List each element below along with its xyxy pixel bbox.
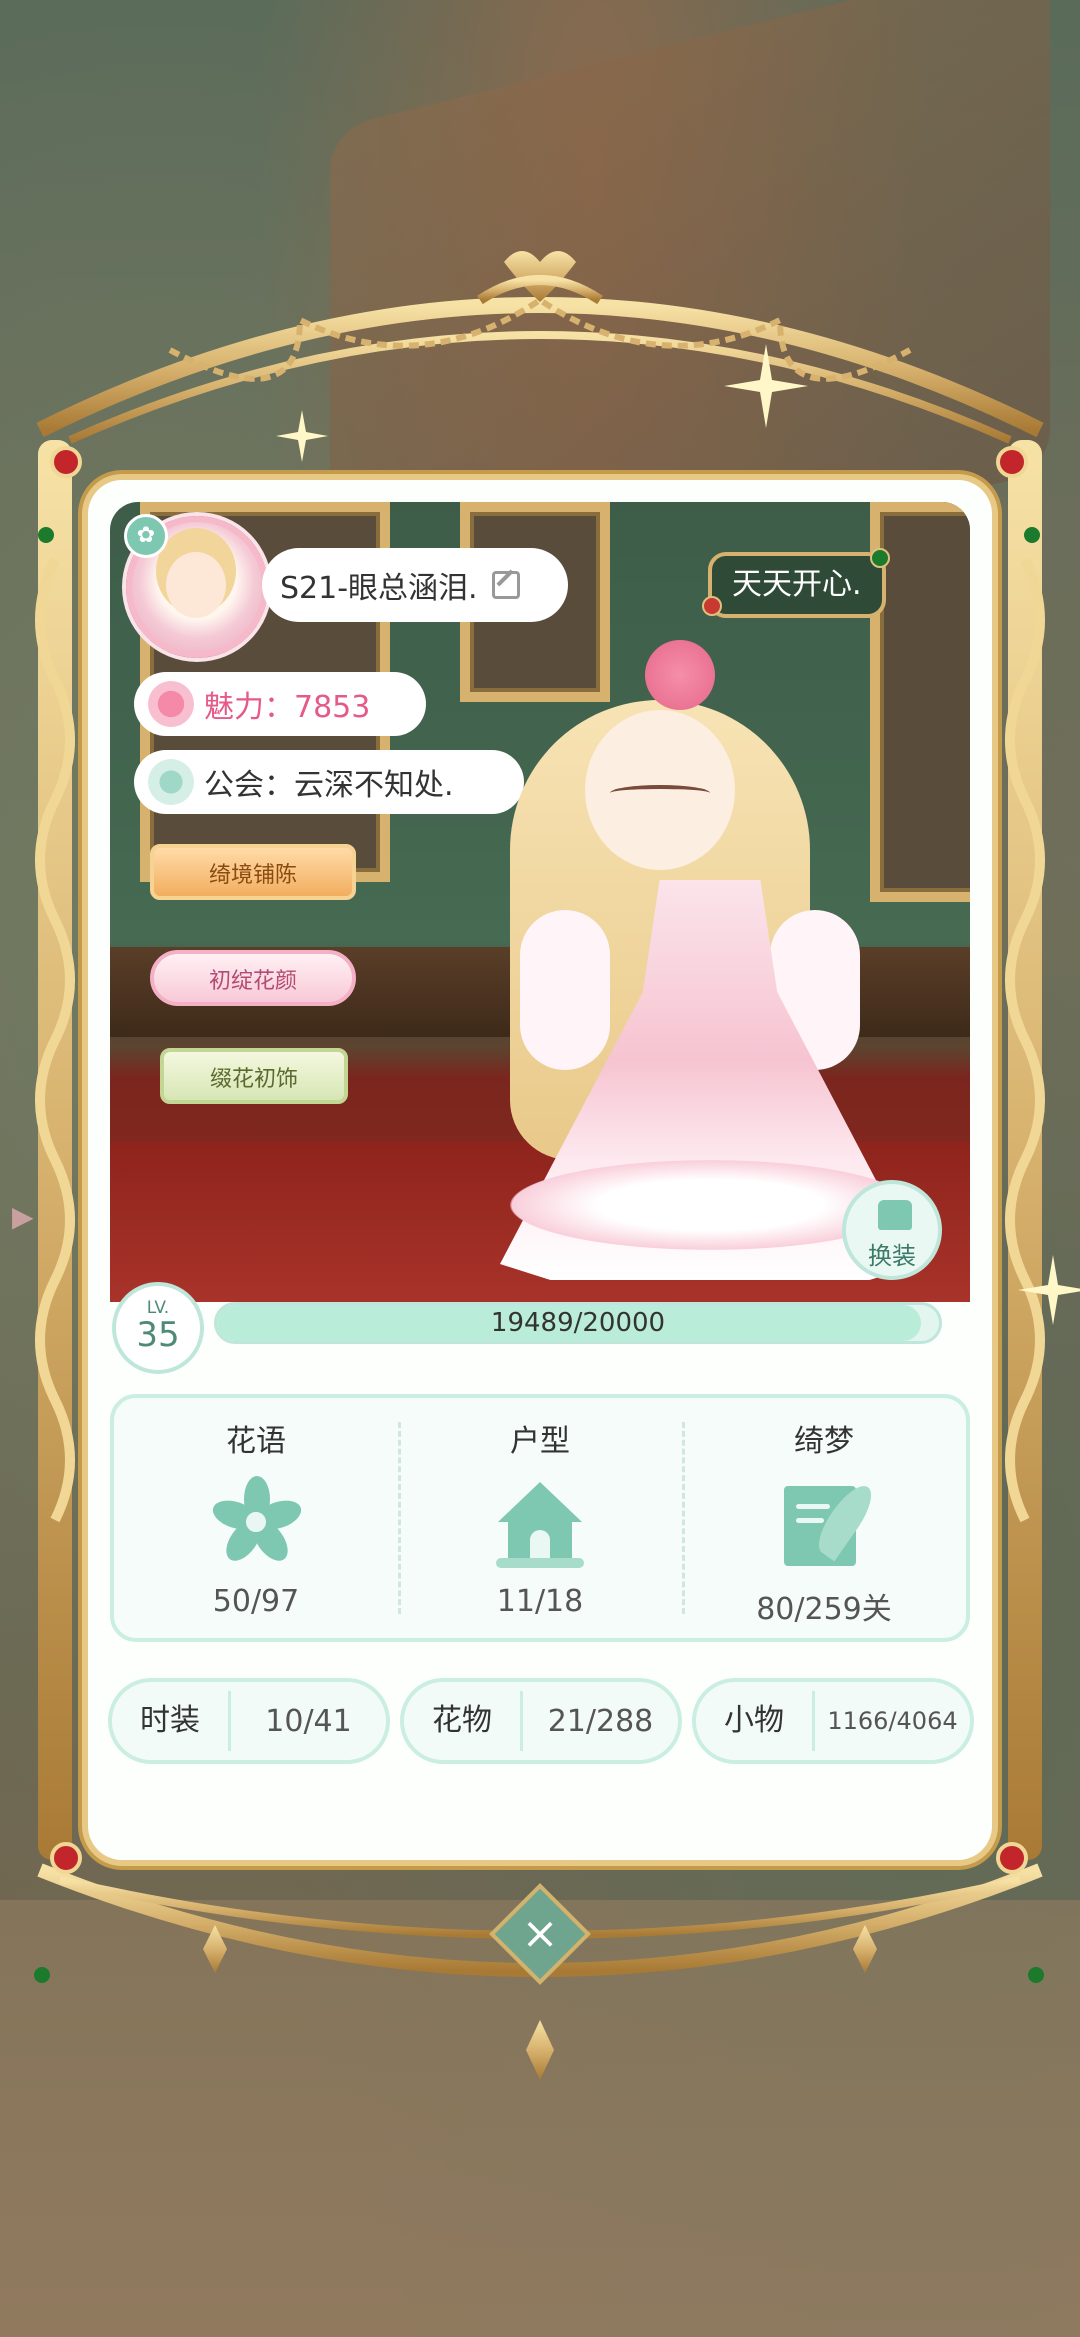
chip-flower-items[interactable]: 花物 21/288 xyxy=(400,1678,682,1764)
chip-value: 1166/4064 xyxy=(827,1707,958,1735)
change-outfit-label: 换装 xyxy=(868,1242,916,1270)
xp-progress-bar: 19489/20000 xyxy=(214,1302,942,1344)
stat-value: 80/259关 xyxy=(756,1592,892,1627)
charm-pill: 魅力：7853 xyxy=(134,672,426,736)
title-tag-1[interactable]: 绮境铺陈 xyxy=(150,844,356,900)
chip-value: 10/41 xyxy=(265,1703,352,1739)
guild-name: 公会：云深不知处. xyxy=(204,768,454,803)
charm-rose-icon xyxy=(148,681,194,727)
level-value: 35 xyxy=(136,1315,180,1355)
title-tag-2[interactable]: 初绽花颜 xyxy=(150,950,356,1006)
guild-emblem-icon xyxy=(148,759,194,805)
mood-bubble[interactable]: 天天开心. xyxy=(702,548,890,618)
stat-value: 11/18 xyxy=(496,1584,584,1619)
stat-label: 户型 xyxy=(510,1424,570,1459)
chip-fashion[interactable]: 时装 10/41 xyxy=(108,1678,390,1764)
mood-text: 天天开心. xyxy=(732,567,862,602)
player-name-box[interactable]: S21-眼总涵泪. xyxy=(262,548,568,622)
chip-label: 花物 xyxy=(404,1691,523,1751)
level-badge: LV. 35 xyxy=(112,1282,204,1374)
chip-label: 时装 xyxy=(112,1691,231,1751)
edit-name-icon[interactable] xyxy=(491,571,520,599)
flower-icon xyxy=(206,1472,306,1572)
avatar-face xyxy=(166,552,226,618)
character-sleeve-left xyxy=(520,910,610,1070)
character-eyes xyxy=(610,785,710,801)
player-avatar[interactable]: ✿ xyxy=(124,514,268,658)
change-outfit-button[interactable]: 换装 xyxy=(842,1180,942,1280)
side-arrow-icon[interactable]: ▶ xyxy=(12,1200,34,1233)
close-icon: × xyxy=(521,1908,559,1959)
house-icon xyxy=(490,1472,590,1572)
mood-gem-icon xyxy=(869,548,890,568)
stat-label: 花语 xyxy=(226,1424,286,1459)
charm-value: 魅力：7853 xyxy=(204,690,371,725)
settings-gear-icon[interactable]: ✿ xyxy=(124,514,168,558)
stat-house-type[interactable]: 户型 11/18 xyxy=(398,1398,682,1638)
stat-dream[interactable]: 绮梦 80/259关 xyxy=(682,1398,966,1638)
stat-value: 50/97 xyxy=(212,1584,300,1619)
chip-small-items[interactable]: 小物 1166/4064 xyxy=(692,1678,974,1764)
chip-label: 小物 xyxy=(696,1691,815,1751)
guild-pill[interactable]: 公会：云深不知处. xyxy=(134,750,524,814)
letter-quill-icon xyxy=(774,1472,881,1572)
stat-flower-language[interactable]: 花语 50/97 xyxy=(114,1398,398,1638)
shirt-icon xyxy=(878,1200,912,1230)
flower-crown-icon xyxy=(645,640,715,710)
chip-value: 21/288 xyxy=(547,1703,654,1739)
mood-gem-icon xyxy=(702,596,722,616)
collection-chips: 时装 10/41 花物 21/288 小物 1166/4064 xyxy=(108,1678,974,1768)
stats-panel: 花语 50/97 户型 11/18 绮梦 80/259关 xyxy=(110,1394,970,1642)
title-tag-3[interactable]: 缀花初饰 xyxy=(160,1048,348,1104)
xp-progress-text: 19489/20000 xyxy=(490,1308,666,1338)
stat-label: 绮梦 xyxy=(794,1424,854,1459)
player-name: S21-眼总涵泪. xyxy=(280,571,478,606)
